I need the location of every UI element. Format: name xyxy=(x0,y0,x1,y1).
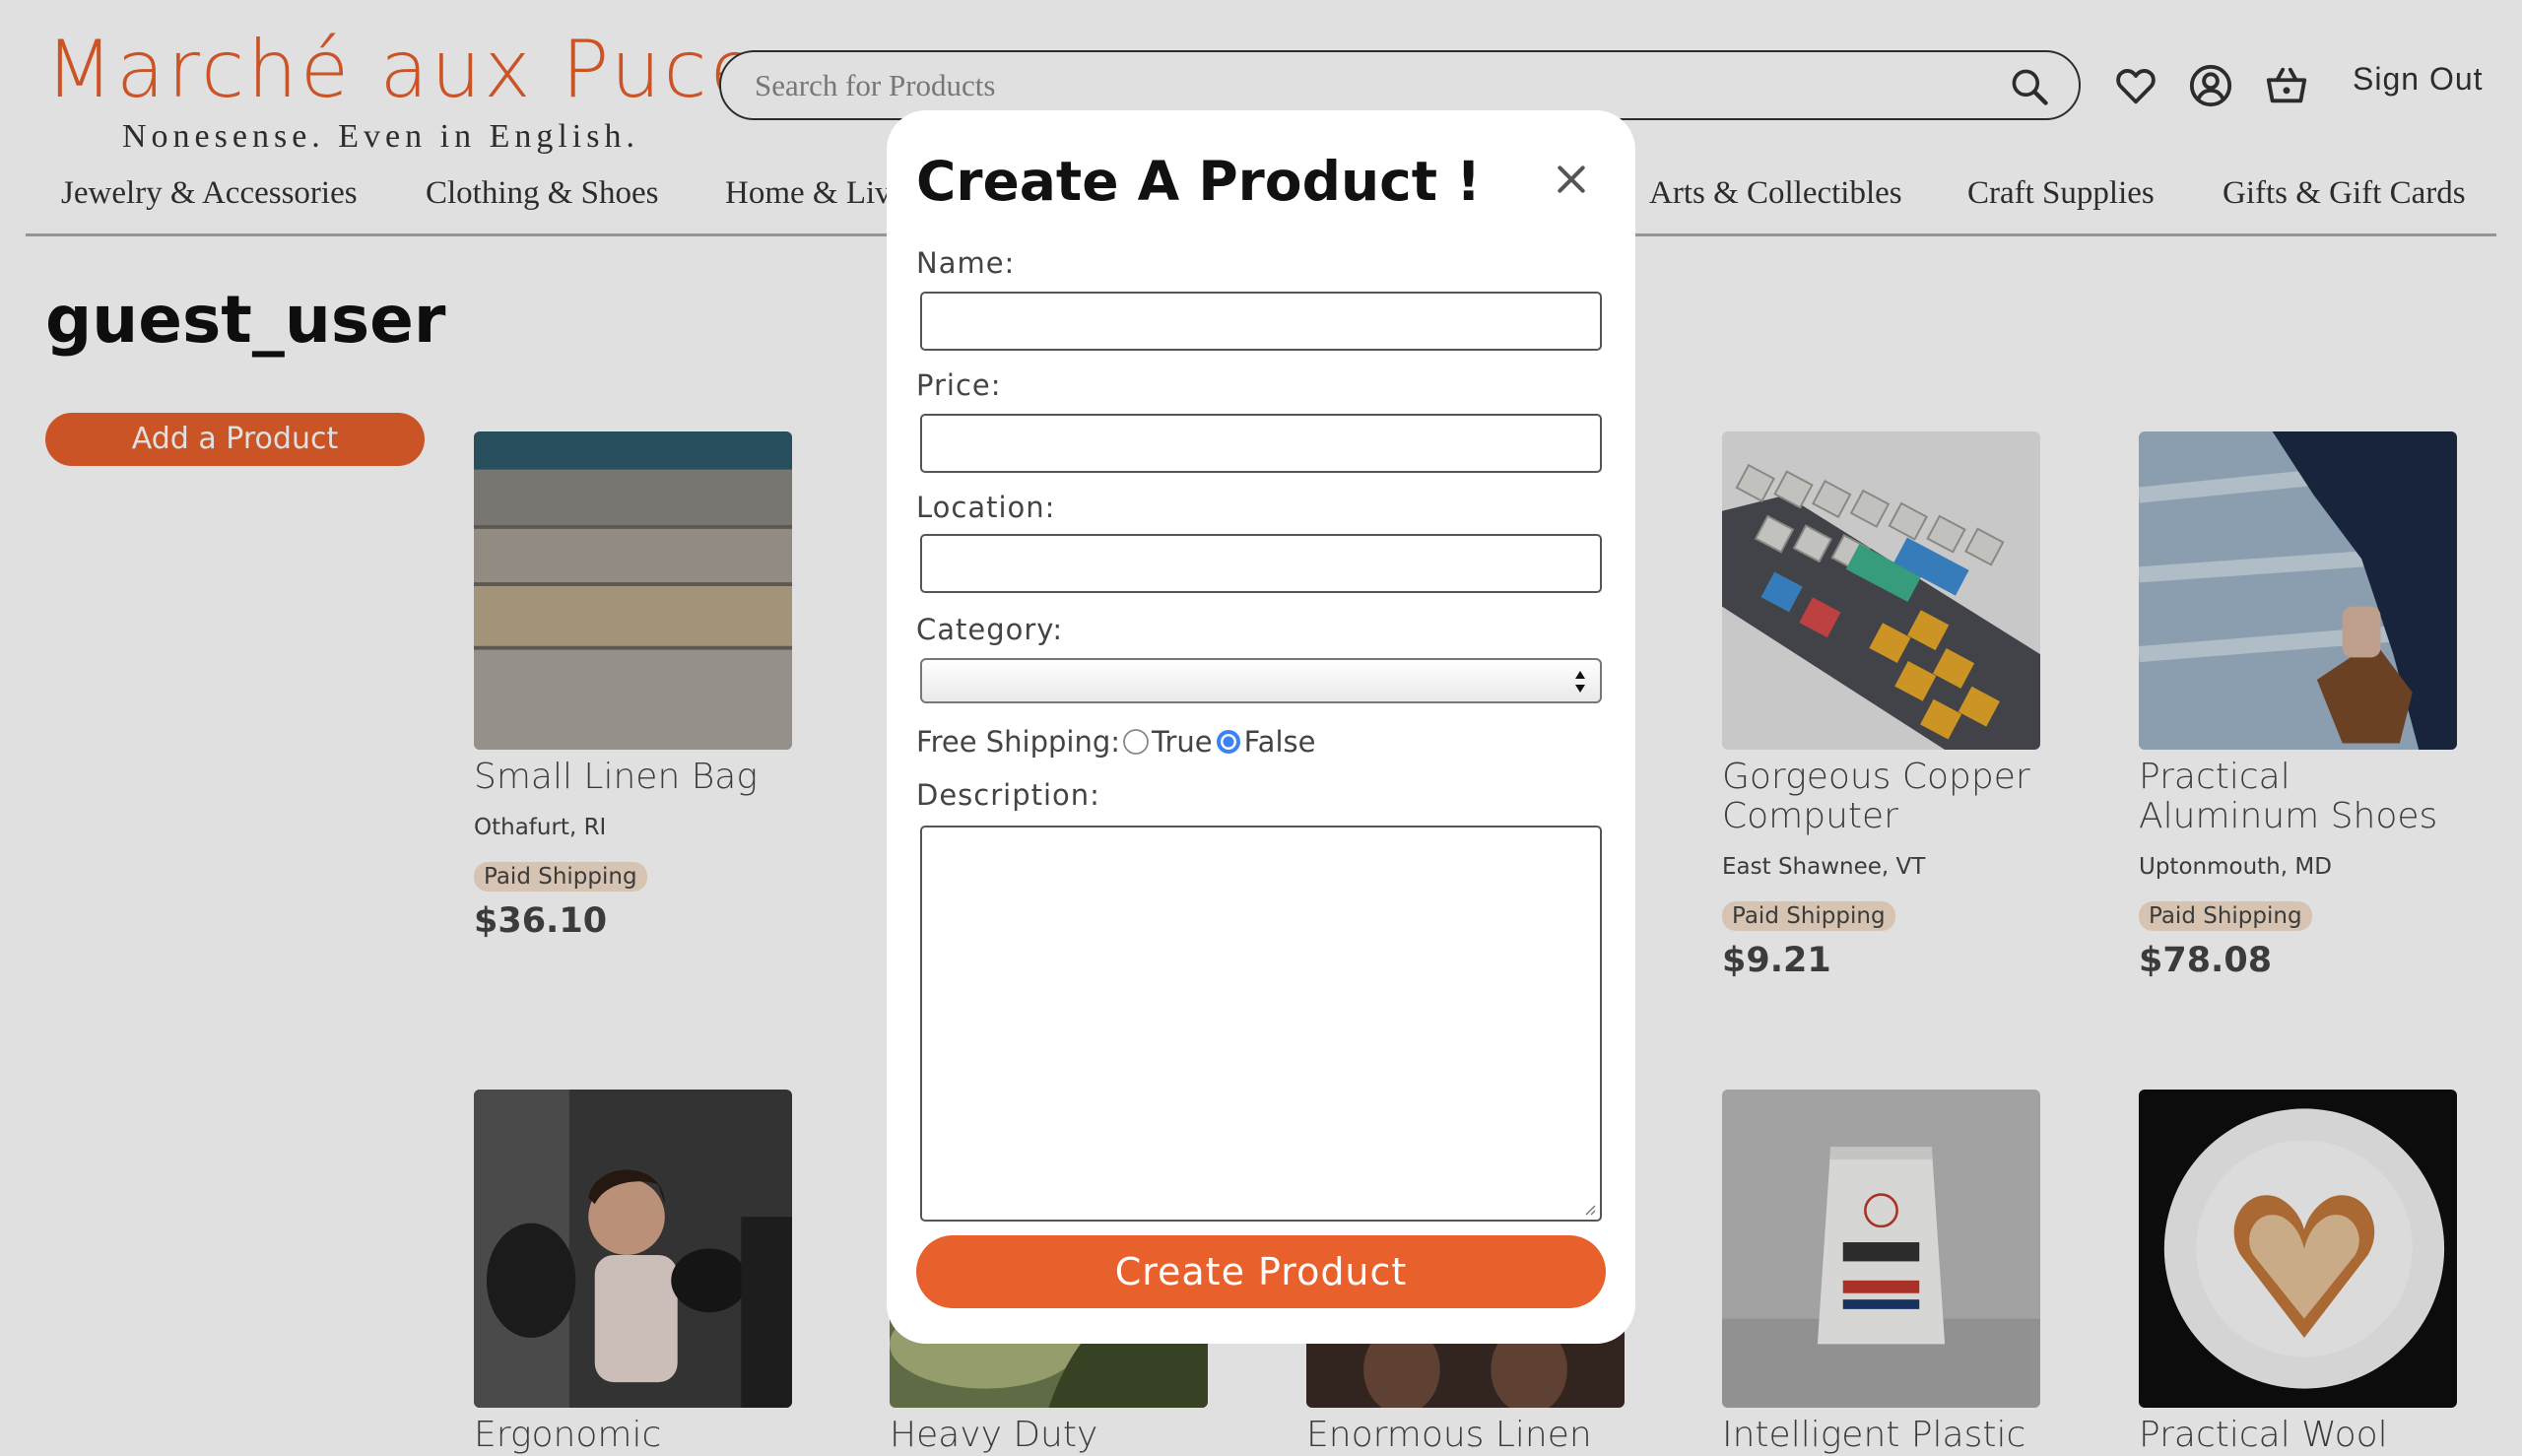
modal-title: Create A Product ! xyxy=(916,150,1482,213)
free-shipping-group: Free Shipping: True False xyxy=(916,723,1315,766)
location-field[interactable] xyxy=(920,534,1602,593)
description-label: Description: xyxy=(916,778,1100,812)
close-icon[interactable] xyxy=(1552,160,1591,199)
name-label: Name: xyxy=(916,246,1016,280)
price-field[interactable] xyxy=(920,414,1602,473)
category-label: Category: xyxy=(916,613,1064,646)
radio-false-label[interactable]: False xyxy=(1244,725,1316,759)
radio-true-label[interactable]: True xyxy=(1152,725,1213,759)
radio-false[interactable] xyxy=(1215,728,1242,756)
radio-true[interactable] xyxy=(1122,728,1150,756)
category-select[interactable] xyxy=(920,658,1602,703)
create-product-modal: Create A Product ! Name: Price: Location… xyxy=(887,110,1635,1344)
description-field[interactable] xyxy=(920,826,1602,1222)
resize-grip-icon[interactable] xyxy=(1580,1200,1596,1216)
select-arrows-icon xyxy=(1575,671,1585,693)
name-field[interactable] xyxy=(920,292,1602,351)
free-shipping-label: Free Shipping: xyxy=(916,725,1121,759)
price-label: Price: xyxy=(916,368,1002,402)
location-label: Location: xyxy=(916,491,1056,524)
create-product-button[interactable]: Create Product xyxy=(916,1235,1606,1308)
